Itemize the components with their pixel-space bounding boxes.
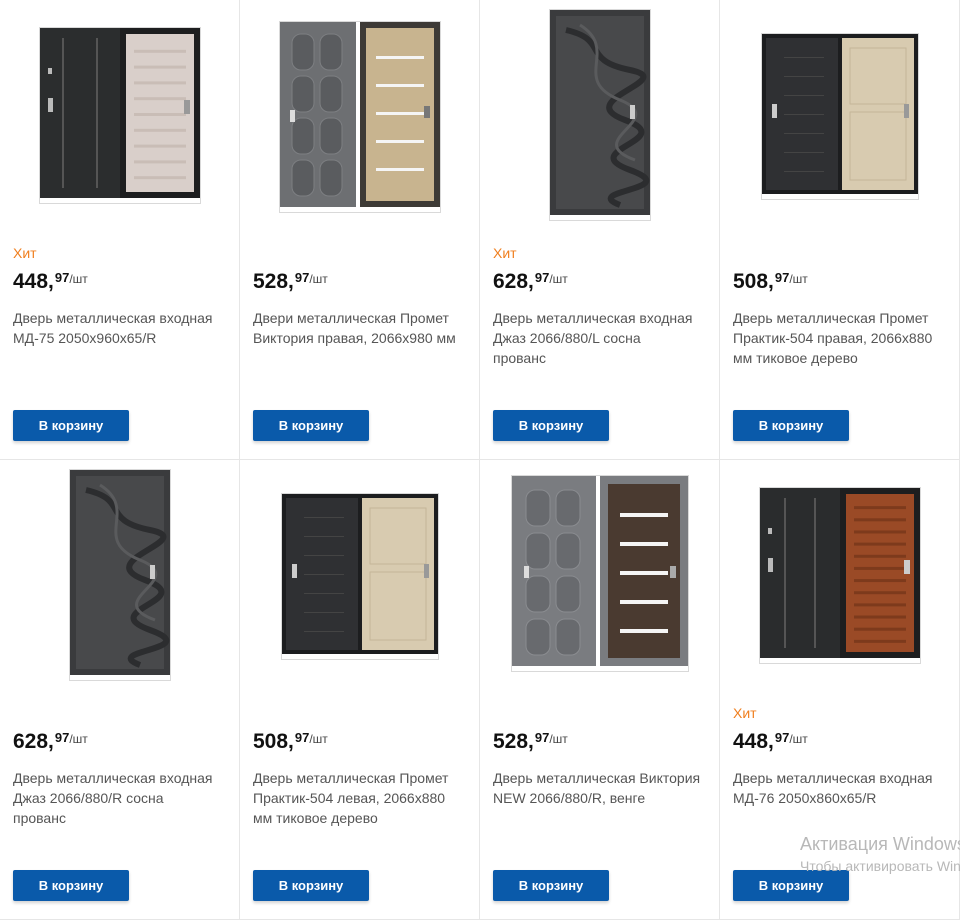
price-unit: /шт: [549, 272, 568, 286]
product-title-line[interactable]: МД-75 2050х960х65/R: [13, 328, 229, 348]
product-price: 528,97/шт: [493, 730, 568, 756]
product-image-box[interactable]: [0, 460, 239, 690]
product-title-line[interactable]: Дверь металлическая Промет: [253, 768, 469, 788]
price-integer: 448,: [733, 730, 774, 753]
product-title[interactable]: Дверь металлическая Промет Практик-504 пр…: [733, 308, 949, 368]
price-cents: 97: [534, 730, 550, 745]
product-image[interactable]: [280, 22, 440, 212]
product-title-line[interactable]: Практик-504 правая, 2066х880: [733, 328, 949, 348]
product-title[interactable]: Дверь металлическая входная Джаз 2066/880…: [493, 308, 709, 368]
product-title-line[interactable]: мм тиковое дерево: [733, 348, 949, 368]
product-image[interactable]: [40, 28, 200, 203]
add-to-cart-button[interactable]: В корзину: [13, 410, 129, 441]
price-integer: 628,: [493, 270, 534, 293]
product-title-line[interactable]: Практик-504 левая, 2066х880: [253, 788, 469, 808]
product-image-box[interactable]: [0, 0, 239, 230]
product-image[interactable]: [762, 34, 918, 199]
product-image[interactable]: [760, 488, 920, 663]
product-title[interactable]: Дверь металлическая Виктория NEW 2066/880…: [493, 768, 709, 808]
product-price: 628,97/шт: [493, 270, 568, 296]
product-image-box[interactable]: [720, 460, 959, 690]
price-unit: /шт: [789, 272, 808, 286]
product-image[interactable]: [70, 470, 170, 680]
price-unit: /шт: [309, 732, 328, 746]
price-integer: 448,: [13, 270, 54, 293]
product-title-line[interactable]: Двери металлическая Промет: [253, 308, 469, 328]
watermark-subtitle: Чтобы активировать Windows: [800, 858, 960, 874]
hit-badge: Хит: [733, 705, 757, 721]
product-card[interactable]: 628,97/шт Дверь металлическая входная Джаз…: [0, 460, 240, 920]
price-cents: 97: [294, 730, 310, 745]
price-unit: /шт: [69, 732, 88, 746]
product-image-box[interactable]: [720, 0, 959, 230]
product-title-line[interactable]: Дверь металлическая входная: [493, 308, 709, 328]
add-to-cart-button[interactable]: В корзину: [253, 870, 369, 901]
product-title-line[interactable]: Дверь металлическая входная: [733, 768, 949, 788]
product-title[interactable]: Дверь металлическая входная МД-76 2050х86…: [733, 768, 949, 808]
product-title-line[interactable]: Джаз 2066/880/R сосна: [13, 788, 229, 808]
product-title-line[interactable]: Виктория правая, 2066х980 мм: [253, 328, 469, 348]
product-image[interactable]: [282, 494, 438, 659]
product-card[interactable]: 508,97/шт Дверь металлическая Промет Практ…: [240, 460, 480, 920]
price-unit: /шт: [549, 732, 568, 746]
product-image-box[interactable]: [480, 460, 719, 690]
product-title-line[interactable]: Дверь металлическая Виктория: [493, 768, 709, 788]
product-card[interactable]: 528,97/шт Двери металлическая Промет Викто…: [240, 0, 480, 460]
product-title-line[interactable]: Дверь металлическая входная: [13, 308, 229, 328]
product-image[interactable]: [550, 10, 650, 220]
product-card[interactable]: Хит 628,97/шт Дверь металлическая входная Д…: [480, 0, 720, 460]
product-title-line[interactable]: Джаз 2066/880/L сосна: [493, 328, 709, 348]
price-integer: 508,: [733, 270, 774, 293]
hit-badge: Хит: [493, 245, 517, 261]
product-title[interactable]: Дверь металлическая входная МД-75 2050х96…: [13, 308, 229, 348]
product-title-line[interactable]: Дверь металлическая входная: [13, 768, 229, 788]
add-to-cart-button[interactable]: В корзину: [493, 870, 609, 901]
price-cents: 97: [774, 730, 790, 745]
product-title[interactable]: Двери металлическая Промет Виктория права…: [253, 308, 469, 348]
product-grid: Хит 448,97/шт Дверь металлическая входная М…: [0, 0, 960, 922]
price-unit: /шт: [789, 732, 808, 746]
windows-activation-watermark: Активация Windows Чтобы активировать Win…: [800, 832, 960, 882]
hit-badge: Хит: [13, 245, 37, 261]
add-to-cart-button[interactable]: В корзину: [253, 410, 369, 441]
price-cents: 97: [534, 270, 550, 285]
price-integer: 528,: [253, 270, 294, 293]
product-price: 528,97/шт: [253, 270, 328, 296]
product-title[interactable]: Дверь металлическая Промет Практик-504 ле…: [253, 768, 469, 828]
product-image-box[interactable]: [480, 0, 719, 230]
product-card[interactable]: 528,97/шт Дверь металлическая Виктория NEW…: [480, 460, 720, 920]
product-title-line[interactable]: Дверь металлическая Промет: [733, 308, 949, 328]
price-unit: /шт: [69, 272, 88, 286]
product-card[interactable]: 508,97/шт Дверь металлическая Промет Практ…: [720, 0, 960, 460]
price-cents: 97: [294, 270, 310, 285]
product-title-line[interactable]: мм тиковое дерево: [253, 808, 469, 828]
product-image[interactable]: [512, 476, 688, 671]
product-price: 508,97/шт: [733, 270, 808, 296]
price-cents: 97: [54, 270, 70, 285]
price-integer: 508,: [253, 730, 294, 753]
product-card[interactable]: Хит 448,97/шт Дверь металлическая входная М…: [0, 0, 240, 460]
price-integer: 628,: [13, 730, 54, 753]
add-to-cart-button[interactable]: В корзину: [493, 410, 609, 441]
product-price: 448,97/шт: [733, 730, 808, 756]
product-price: 508,97/шт: [253, 730, 328, 756]
price-cents: 97: [54, 730, 70, 745]
product-title[interactable]: Дверь металлическая входная Джаз 2066/880…: [13, 768, 229, 828]
price-integer: 528,: [493, 730, 534, 753]
product-price: 448,97/шт: [13, 270, 88, 296]
product-image-box[interactable]: [240, 0, 479, 230]
watermark-title: Активация Windows: [800, 834, 960, 854]
price-cents: 97: [774, 270, 790, 285]
add-to-cart-button[interactable]: В корзину: [733, 410, 849, 441]
add-to-cart-button[interactable]: В корзину: [13, 870, 129, 901]
product-price: 628,97/шт: [13, 730, 88, 756]
product-title-line[interactable]: NEW 2066/880/R, венге: [493, 788, 709, 808]
product-title-line[interactable]: прованс: [13, 808, 229, 828]
price-unit: /шт: [309, 272, 328, 286]
product-title-line[interactable]: МД-76 2050х860х65/R: [733, 788, 949, 808]
product-title-line[interactable]: прованс: [493, 348, 709, 368]
product-image-box[interactable]: [240, 460, 479, 690]
